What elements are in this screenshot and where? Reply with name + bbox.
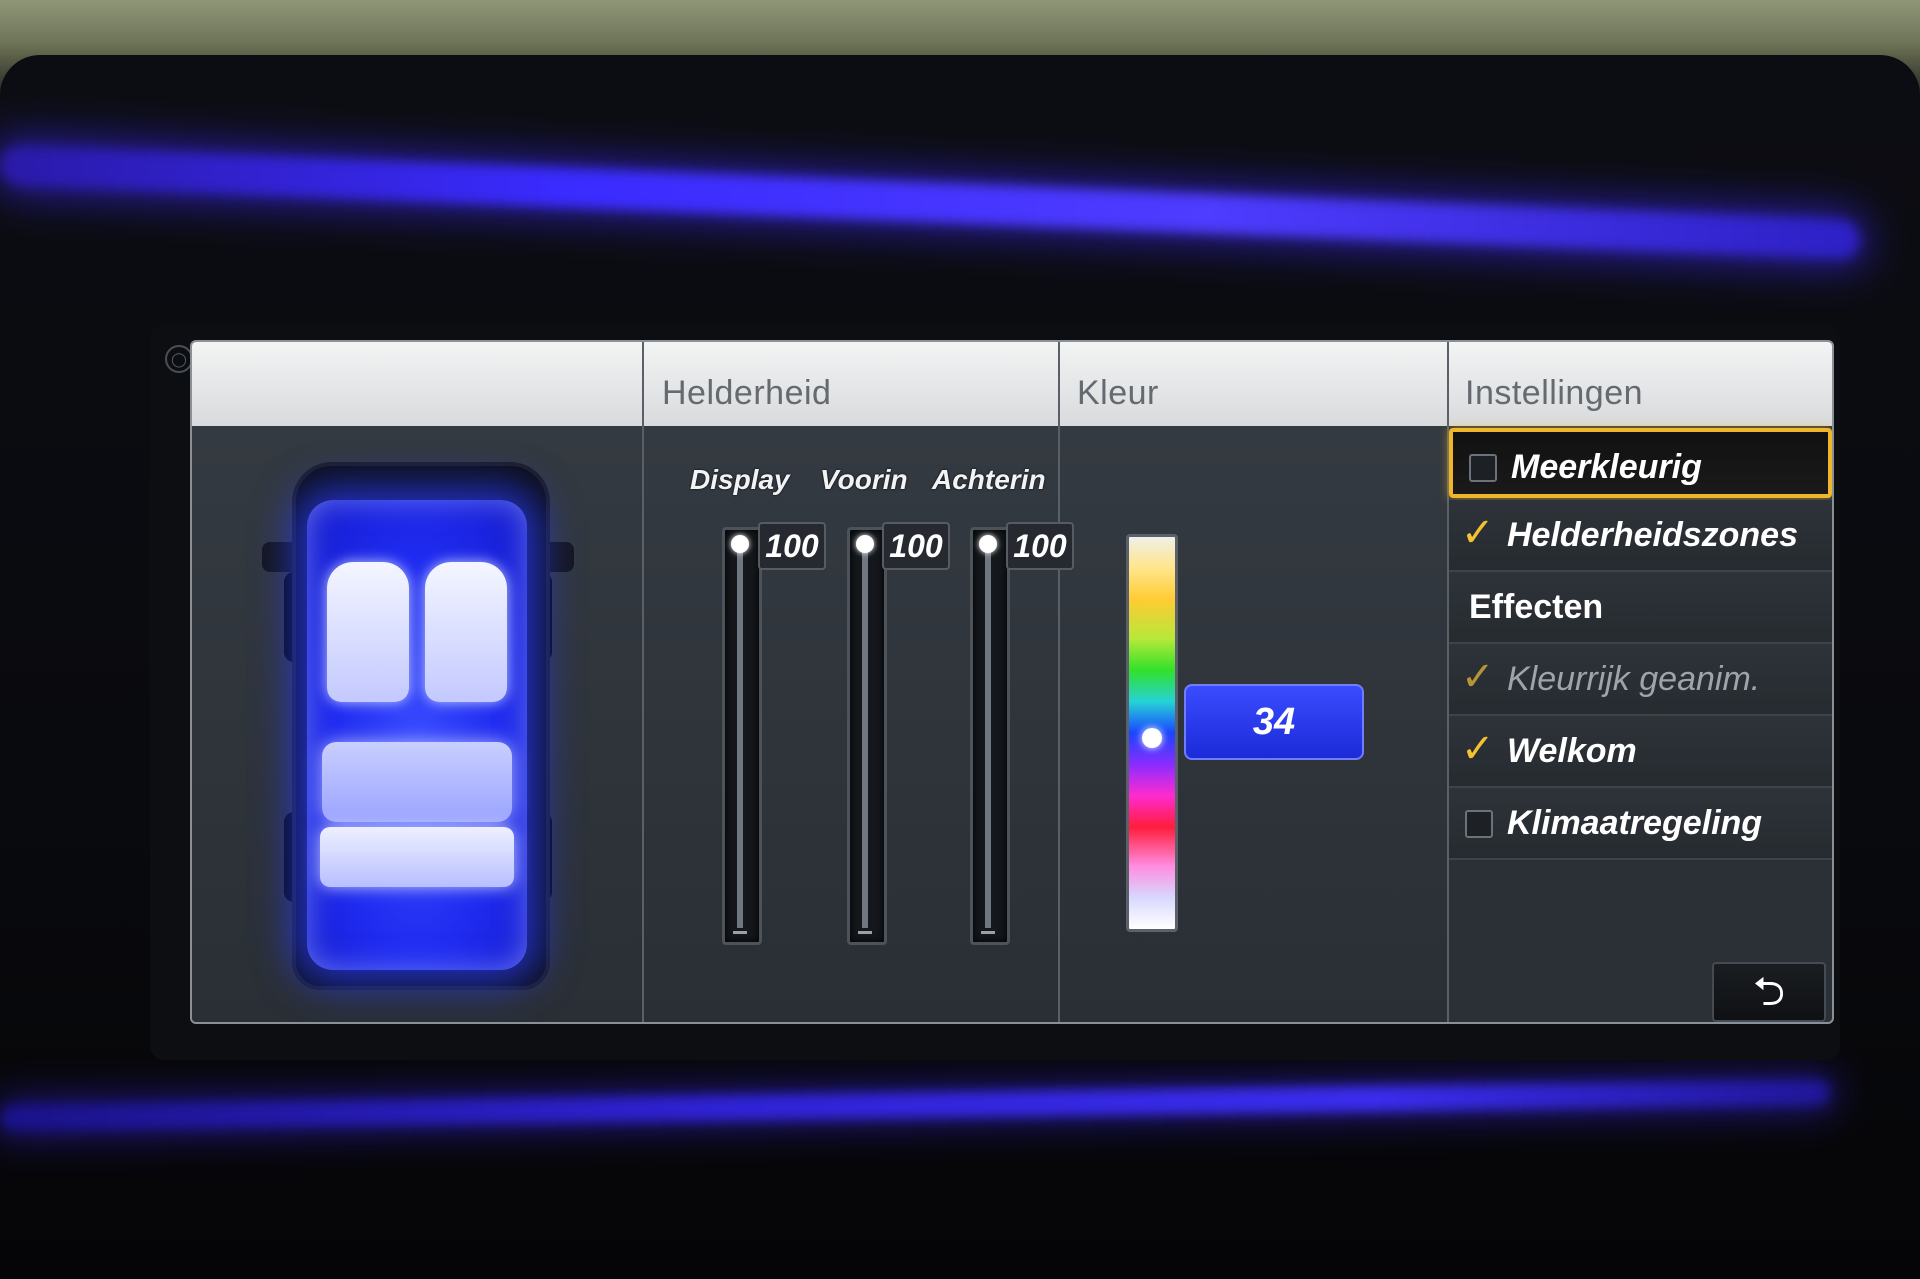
front-seat-left	[327, 562, 409, 702]
voorin-slider[interactable]	[847, 527, 887, 945]
slider-label-voorin: Voorin	[820, 464, 908, 495]
separator	[1058, 342, 1060, 1022]
corner-gauge-icon: ◯	[165, 345, 193, 373]
back-arrow-icon: ⮌	[1752, 970, 1786, 1014]
slider-fill	[737, 544, 743, 928]
slider-end	[858, 931, 872, 934]
checkmark-icon: ✓	[1461, 655, 1495, 699]
option-label: Meerkleurig	[1511, 448, 1702, 486]
option-label: Klimaatregeling	[1507, 804, 1763, 842]
option-klimaatregeling[interactable]: Klimaatregeling	[1449, 788, 1832, 860]
slider-knob[interactable]	[731, 535, 749, 553]
slider-knob[interactable]	[856, 535, 874, 553]
separator	[642, 342, 644, 1022]
achterin-value: 100	[1006, 522, 1074, 570]
slider-label-achterin: Achterin	[932, 464, 1046, 495]
checkmark-icon: ✓	[1461, 511, 1495, 555]
option-helderheidszones[interactable]: ✓ Helderheidszones	[1449, 500, 1832, 572]
rear-seat	[322, 742, 512, 822]
option-meerkleurig[interactable]: Meerkleurig	[1449, 428, 1832, 498]
color-knob[interactable]	[1142, 727, 1162, 748]
header-helderheid: Helderheid	[662, 374, 832, 412]
checkbox-unchecked[interactable]	[1465, 810, 1493, 838]
section-heading: Effecten	[1469, 588, 1604, 626]
checkmark-icon: ✓	[1461, 727, 1495, 771]
color-value: 34	[1184, 684, 1364, 760]
voorin-value: 100	[882, 522, 950, 570]
option-label: Welkom	[1507, 732, 1637, 770]
section-effecten: Effecten	[1449, 572, 1832, 644]
checkbox-unchecked[interactable]	[1469, 454, 1497, 482]
option-welkom[interactable]: ✓ Welkom	[1449, 716, 1832, 788]
option-kleurrijk-geanim[interactable]: ✓ Kleurrijk geanim.	[1449, 644, 1832, 716]
option-label: Helderheidszones	[1507, 516, 1798, 554]
slider-fill	[985, 544, 991, 928]
header-instellingen: Instellingen	[1465, 374, 1644, 412]
achterin-slider[interactable]	[970, 527, 1010, 945]
slider-label-display: Display	[690, 464, 790, 495]
slider-fill	[862, 544, 868, 928]
slider-end	[733, 931, 747, 934]
slider-knob[interactable]	[979, 535, 997, 553]
ambient-lighting-screen: Helderheid Kleur Instellingen Display Vo…	[190, 340, 1834, 1024]
settings-list: Meerkleurig ✓ Helderheidszones Effecten …	[1449, 426, 1832, 1022]
option-label: Kleurrijk geanim.	[1507, 660, 1761, 698]
back-button[interactable]: ⮌	[1712, 962, 1826, 1022]
front-seat-right	[425, 562, 507, 702]
display-slider[interactable]	[722, 527, 762, 945]
rear-seat-cushion	[320, 827, 514, 887]
header-kleur: Kleur	[1077, 374, 1159, 412]
display-value: 100	[758, 522, 826, 570]
car-interior-illustration	[232, 442, 602, 1002]
slider-end	[981, 931, 995, 934]
